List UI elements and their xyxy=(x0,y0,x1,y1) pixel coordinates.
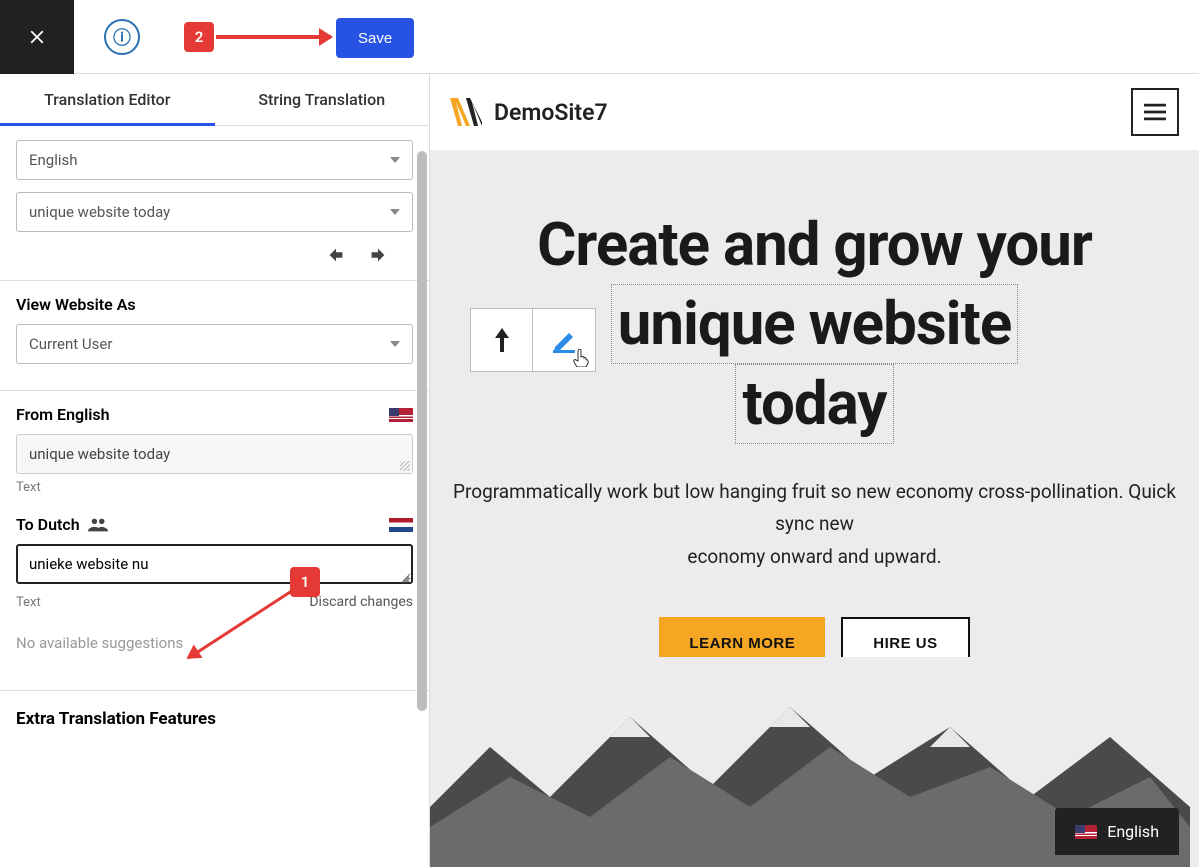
no-suggestions-text: No available suggestions xyxy=(16,634,413,652)
site-title: DemoSite7 xyxy=(494,99,608,126)
string-select[interactable]: unique website today xyxy=(16,192,413,232)
edit-string-button[interactable] xyxy=(533,309,595,371)
site-logo-icon xyxy=(450,98,482,126)
annotation-step-2: 2 xyxy=(184,22,214,52)
website-preview: DemoSite7 Create and grow your unique we… xyxy=(430,74,1199,867)
annotation-step-1: 1 xyxy=(290,567,320,597)
edit-popup xyxy=(470,308,596,372)
translation-sidebar: Translation Editor String Translation En… xyxy=(0,74,430,867)
arrow-up-icon xyxy=(491,326,513,354)
string-select-value: unique website today xyxy=(29,203,170,221)
source-language-select[interactable]: English xyxy=(16,140,413,180)
extra-features-heading: Extra Translation Features xyxy=(0,691,429,743)
hero-subtitle: Programmatically work but low hanging fr… xyxy=(445,476,1185,573)
target-type-label: Text xyxy=(16,595,41,610)
translation-input[interactable] xyxy=(16,544,413,584)
flag-us-icon xyxy=(389,408,413,422)
to-language-label: To Dutch xyxy=(16,515,80,534)
tab-translation-editor[interactable]: Translation Editor xyxy=(0,74,215,125)
language-switcher[interactable]: English xyxy=(1055,808,1179,855)
from-language-label: From English xyxy=(16,405,110,424)
highlighted-string[interactable]: today xyxy=(735,364,893,444)
view-as-select[interactable]: Current User xyxy=(16,324,413,364)
resize-handle-icon[interactable]: ◢ xyxy=(401,573,409,584)
redo-icon[interactable] xyxy=(367,244,389,266)
cursor-hand-icon xyxy=(573,349,589,367)
undo-icon[interactable] xyxy=(325,244,347,266)
annotation-arrow-2 xyxy=(216,35,331,39)
source-type-label: Text xyxy=(16,480,413,495)
hamburger-icon xyxy=(1144,103,1166,121)
info-icon[interactable]: ⓘ xyxy=(104,19,140,55)
discard-changes-link[interactable]: Discard changes xyxy=(309,594,413,610)
view-as-value: Current User xyxy=(29,335,112,353)
chevron-down-icon xyxy=(390,341,400,347)
view-website-as-label: View Website As xyxy=(16,295,413,314)
menu-button[interactable] xyxy=(1131,88,1179,136)
source-language-value: English xyxy=(29,151,78,169)
tab-string-translation[interactable]: String Translation xyxy=(215,74,430,125)
close-button[interactable] xyxy=(0,0,74,74)
flag-nl-icon xyxy=(389,518,413,532)
chevron-down-icon xyxy=(390,157,400,163)
people-icon xyxy=(88,517,110,533)
flag-us-icon xyxy=(1075,825,1097,839)
close-icon xyxy=(26,26,48,48)
highlighted-string[interactable]: unique website xyxy=(611,284,1019,364)
scrollbar-thumb[interactable] xyxy=(417,151,427,711)
parent-element-button[interactable] xyxy=(471,309,533,371)
hero-heading: Create and grow your unique website toda… xyxy=(537,206,1092,444)
save-button[interactable]: Save xyxy=(336,18,414,58)
chevron-down-icon xyxy=(390,209,400,215)
source-text-display: unique website today xyxy=(16,434,413,474)
